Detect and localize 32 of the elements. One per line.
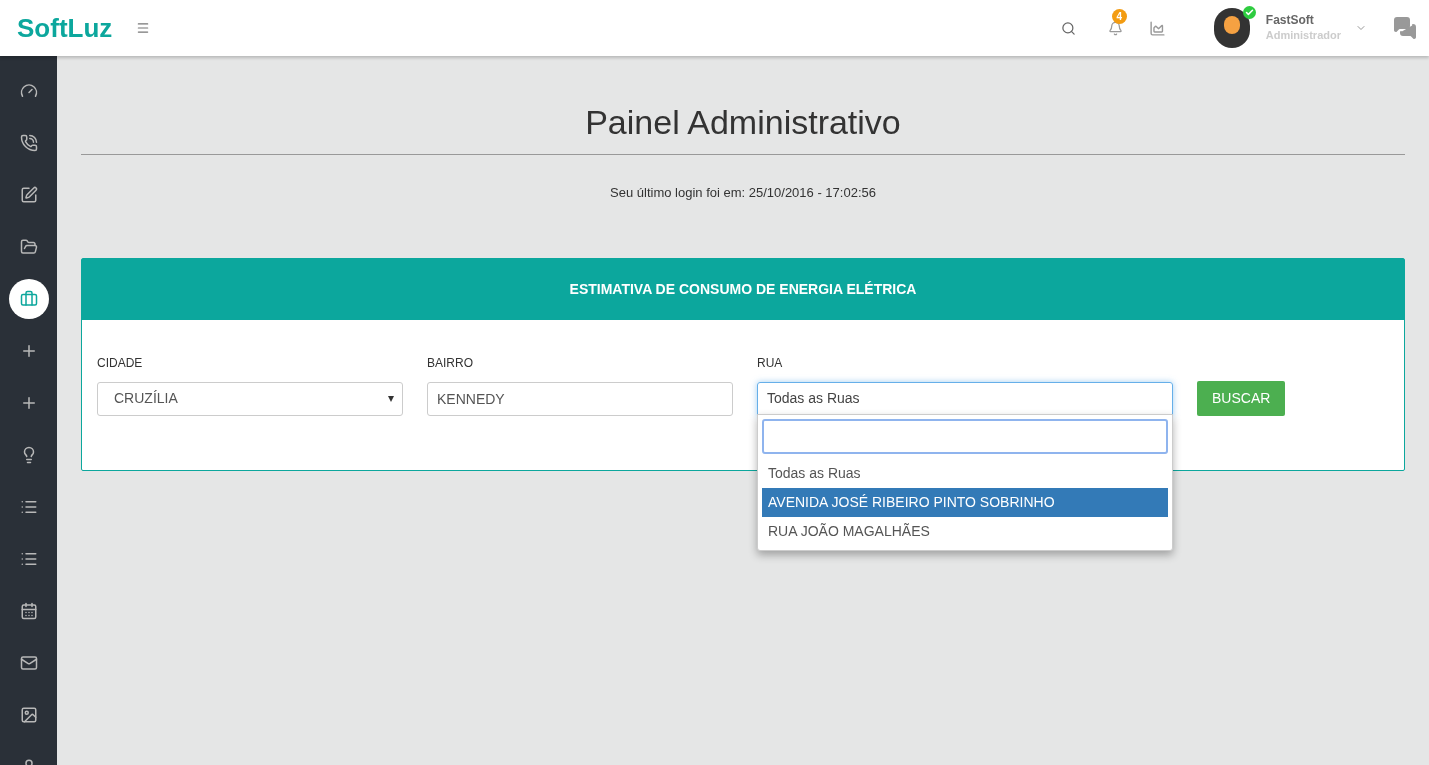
field-label: CIDADE — [97, 354, 144, 372]
gauge-icon — [19, 82, 38, 100]
city-select[interactable]: CRUZÍLIA — [97, 381, 403, 416]
last-login-text: Seu último login foi em: 25/10/2016 - 17:02:56 — [609, 184, 877, 202]
calendar-icon — [19, 602, 38, 620]
list-icon — [19, 498, 38, 516]
phone-keyboard-icon — [19, 134, 38, 152]
area-chart-icon[interactable] — [1148, 19, 1166, 37]
bell-icon[interactable] — [1107, 20, 1123, 36]
dropdown-option[interactable]: RUA JOÃO MAGALHÃES — [762, 516, 1168, 546]
dropdown-option[interactable]: AVENIDA JOSÉ RIBEIRO PINTO SOBRINHO — [762, 487, 1168, 517]
briefcase-icon — [19, 290, 38, 308]
mail-icon — [19, 654, 38, 672]
notification-badge: 4 — [1111, 8, 1127, 24]
folder-icon — [19, 238, 38, 256]
list-icon — [19, 550, 38, 568]
image-icon — [19, 706, 38, 724]
field-label: BAIRRO — [427, 354, 474, 372]
search-icon[interactable] — [1060, 20, 1076, 36]
edit-icon — [19, 186, 38, 204]
user-name: FastSoft — [1265, 13, 1315, 28]
dropdown-search-field[interactable] — [762, 418, 1168, 454]
dropdown-option[interactable]: Todas as Ruas — [762, 458, 1168, 488]
chat-icon[interactable] — [1391, 16, 1419, 40]
page-title: Painel Administrativo — [584, 102, 902, 142]
card-title: ESTIMATIVA DE CONSUMO DE ENERGIA ELÉTRICA — [569, 279, 917, 299]
avatar[interactable] — [1213, 8, 1250, 48]
neighborhood-field[interactable]: KENNEDY — [427, 381, 733, 416]
field-label: RUA — [757, 354, 784, 372]
menu-icon[interactable] — [136, 21, 151, 35]
caret-icon — [388, 395, 394, 402]
sidebar-item[interactable] — [8, 279, 49, 319]
